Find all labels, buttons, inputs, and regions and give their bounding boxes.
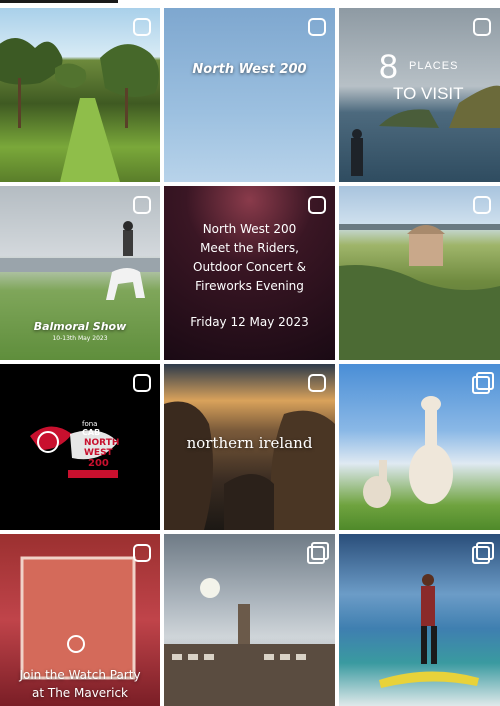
post-tile-northern-ireland[interactable]: northern ireland — [164, 364, 335, 530]
reel-icon — [471, 194, 493, 216]
reel-icon — [131, 372, 153, 394]
post-tile-tower[interactable] — [164, 534, 335, 706]
post-tile-fonacab[interactable]: fona CAB NORTH WEST 200 — [0, 364, 160, 530]
post-caption-line-1: Join the Watch Party — [19, 668, 141, 682]
reel-icon — [471, 16, 493, 38]
reel-icon — [131, 542, 153, 564]
logo-text-west: WEST — [84, 448, 113, 458]
post-tile-fireworks[interactable]: North West 200 Meet the Riders, Outdoor … — [164, 186, 335, 360]
post-caption-to-visit: TO VISIT — [393, 84, 464, 103]
post-caption-line-5: Friday 12 May 2023 — [190, 315, 309, 329]
post-tile-orchard[interactable] — [0, 8, 160, 182]
reel-icon — [131, 194, 153, 216]
post-caption-line-3: Outdoor Concert & — [193, 260, 306, 274]
post-grid: North West 200 8 PLACES TO VISIT Balmora… — [0, 8, 500, 706]
carousel-icon — [471, 372, 494, 394]
reel-icon — [306, 16, 328, 38]
carousel-icon — [306, 542, 329, 564]
post-tile-maverick[interactable]: Join the Watch Party at The Maverick — [0, 534, 160, 706]
post-caption-line-2: Meet the Riders, — [200, 241, 299, 255]
reel-icon — [306, 372, 328, 394]
post-caption-line-1: North West 200 — [202, 222, 297, 236]
logo-text-fona: fona — [82, 420, 98, 428]
post-tile-alpacas[interactable] — [339, 364, 500, 530]
logo-text-north: NORTH — [84, 438, 120, 448]
reel-icon — [306, 194, 328, 216]
post-caption-places: PLACES — [409, 60, 459, 72]
post-caption: northern ireland — [186, 434, 313, 452]
carousel-icon — [471, 542, 494, 564]
post-caption: North West 200 — [192, 62, 307, 77]
post-caption-line-4: Fireworks Evening — [195, 279, 304, 293]
post-caption-date: 10-13th May 2023 — [52, 335, 108, 342]
post-tile-surfer[interactable] — [339, 534, 500, 706]
logo-text-200: 200 — [88, 458, 109, 469]
post-caption-number: 8 — [379, 48, 398, 86]
reel-icon — [131, 16, 153, 38]
post-tile-places[interactable]: 8 PLACES TO VISIT — [339, 8, 500, 182]
post-tile-temple[interactable] — [339, 186, 500, 360]
profile-tab-indicator — [0, 0, 118, 3]
logo-text-cab: CAB — [82, 428, 101, 437]
post-caption-title: Balmoral Show — [33, 320, 127, 333]
post-tile-nw200-sky[interactable]: North West 200 — [164, 8, 335, 182]
post-tile-balmoral[interactable]: Balmoral Show 10-13th May 2023 — [0, 186, 160, 360]
